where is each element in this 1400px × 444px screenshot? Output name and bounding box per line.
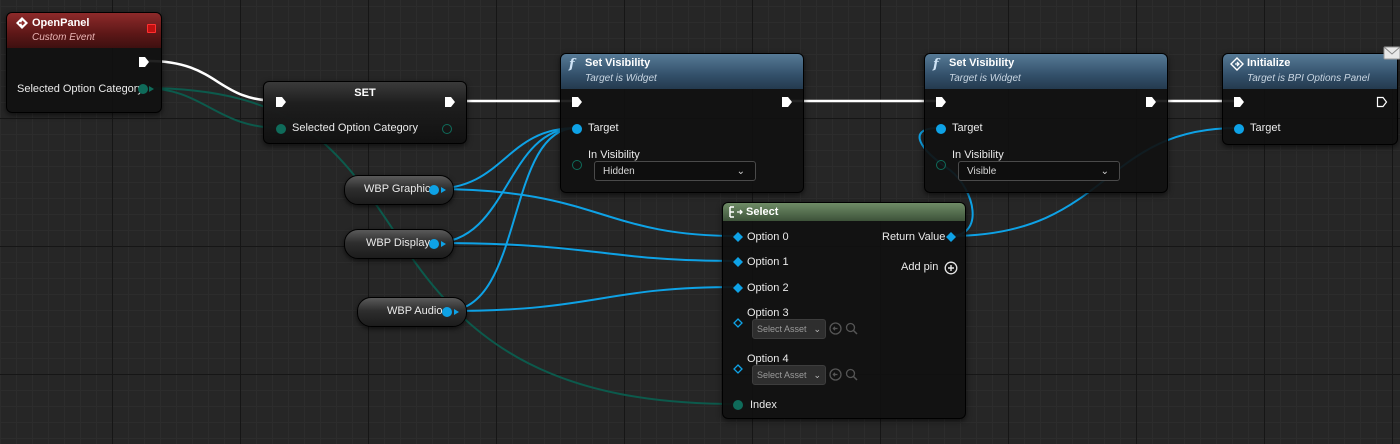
chevron-down-icon: ⌄ <box>1100 166 1109 177</box>
enum-out-pin[interactable] <box>442 124 452 134</box>
enum-in-pin[interactable] <box>276 124 286 134</box>
option-2-pin[interactable] <box>733 283 743 293</box>
output-label: Selected Option Category <box>17 83 143 95</box>
asset-picker-option-4[interactable]: Select Asset ⌄ <box>752 365 826 385</box>
search-icon[interactable] <box>845 322 858 335</box>
wbp-audio-variable[interactable]: WBP Audio <box>357 297 467 327</box>
option-1-pin[interactable] <box>733 257 743 267</box>
return-value-label: Return Value <box>882 231 946 243</box>
object-out-arrow <box>441 241 446 247</box>
option-0-label: Option 0 <box>747 231 789 243</box>
index-pin[interactable] <box>733 400 743 410</box>
exec-out-pin[interactable] <box>781 96 793 108</box>
object-out-pin[interactable] <box>442 307 452 317</box>
exec-out-pin[interactable] <box>444 96 456 108</box>
option-0-pin[interactable] <box>733 232 743 242</box>
object-out-pin[interactable] <box>429 185 439 195</box>
chevron-down-icon: ⌄ <box>736 166 745 177</box>
wbp-graphic-variable[interactable]: WBP Graphic <box>344 175 454 205</box>
node-title: OpenPanel <box>32 17 90 29</box>
in-visibility-label: In Visibility <box>952 149 1004 161</box>
in-visibility-label: In Visibility <box>588 149 640 161</box>
dropdown-value: Visible <box>967 166 997 177</box>
openpanel-event-node[interactable]: OpenPanel Custom Event Selected Option C… <box>6 12 162 113</box>
exec-out-pin[interactable] <box>138 56 150 68</box>
target-label: Target <box>952 122 983 134</box>
option-3-pin[interactable] <box>733 318 743 328</box>
target-label: Target <box>588 122 619 134</box>
enum-out-arrow <box>149 86 154 92</box>
asset-picker-option-3[interactable]: Select Asset ⌄ <box>752 319 826 339</box>
option-1-label: Option 1 <box>747 256 789 268</box>
exec-in-pin[interactable] <box>275 96 287 108</box>
node-title: Select <box>746 206 779 218</box>
node-title: Set Visibility <box>585 57 651 69</box>
envelope-icon <box>1383 46 1400 60</box>
add-pin-label[interactable]: Add pin <box>901 261 938 273</box>
target-in-pin[interactable] <box>1234 124 1244 134</box>
select-branch-icon <box>729 206 743 218</box>
wire-audio-to-target[interactable] <box>446 127 577 312</box>
wire-graphic-to-option0[interactable] <box>432 188 738 237</box>
diamond-arrow-icon <box>16 17 28 29</box>
index-label: Index <box>750 399 777 411</box>
option-4-pin[interactable] <box>733 364 743 374</box>
variable-label: WBP Display <box>366 237 430 249</box>
object-out-arrow <box>454 309 459 315</box>
set-visibility-node-2[interactable]: f Set Visibility Target is Widget Target… <box>924 53 1168 193</box>
option-3-label: Option 3 <box>747 307 789 319</box>
node-title: Initialize <box>1247 57 1291 69</box>
node-subtitle: Target is Widget <box>949 73 1021 84</box>
arrow-left-circle-icon[interactable] <box>829 322 842 335</box>
return-value-pin[interactable] <box>946 232 956 242</box>
function-f-icon: f <box>933 57 939 72</box>
exec-wire-event-to-set[interactable] <box>147 59 280 103</box>
visibility-dropdown[interactable]: Hidden ⌄ <box>594 161 756 181</box>
variable-label: WBP Audio <box>387 305 443 317</box>
asset-picker-text: Select Asset <box>757 370 807 380</box>
target-in-pin[interactable] <box>936 124 946 134</box>
node-subtitle: Target is Widget <box>585 73 657 84</box>
wire-display-to-target[interactable] <box>432 127 577 244</box>
object-out-arrow <box>441 187 446 193</box>
node-title: Set Visibility <box>949 57 1015 69</box>
object-out-pin[interactable] <box>429 239 439 249</box>
chevron-down-icon: ⌄ <box>813 324 821 334</box>
dropdown-value: Hidden <box>603 166 635 177</box>
plus-circle-icon[interactable] <box>944 261 958 275</box>
exec-out-pin[interactable] <box>1376 96 1388 108</box>
target-label: Target <box>1250 122 1281 134</box>
set-variable-node[interactable]: SET Selected Option Category <box>263 81 467 144</box>
arrow-left-circle-icon[interactable] <box>829 368 842 381</box>
chevron-down-icon: ⌄ <box>813 370 821 380</box>
wbp-display-variable[interactable]: WBP Display <box>344 229 454 259</box>
target-in-pin[interactable] <box>572 124 582 134</box>
enum-out-pin[interactable] <box>138 84 148 94</box>
exec-out-pin[interactable] <box>1145 96 1157 108</box>
input-label: Selected Option Category <box>292 122 418 134</box>
enum-wire-event-to-set[interactable] <box>142 87 282 129</box>
wire-audio-to-option2[interactable] <box>446 286 738 312</box>
option-4-label: Option 4 <box>747 353 789 365</box>
node-subtitle: Custom Event <box>32 32 95 43</box>
exec-in-pin[interactable] <box>1233 96 1245 108</box>
exec-in-pin[interactable] <box>935 96 947 108</box>
option-2-label: Option 2 <box>747 282 789 294</box>
visibility-dropdown[interactable]: Visible ⌄ <box>958 161 1120 181</box>
diamond-arrow-icon <box>1230 57 1244 71</box>
node-subtitle: Target is BPI Options Panel <box>1247 73 1370 84</box>
search-icon[interactable] <box>845 368 858 381</box>
initialize-node[interactable]: Initialize Target is BPI Options Panel T… <box>1222 46 1400 145</box>
node-title: SET <box>354 87 376 99</box>
function-f-icon: f <box>569 57 575 72</box>
exec-in-pin[interactable] <box>571 96 583 108</box>
select-node[interactable]: Select Option 0 Option 1 Option 2 Option… <box>722 202 966 419</box>
asset-picker-text: Select Asset <box>757 324 807 334</box>
in-visibility-pin[interactable] <box>936 160 946 170</box>
variable-label: WBP Graphic <box>364 183 431 195</box>
set-visibility-node-1[interactable]: f Set Visibility Target is Widget Target… <box>560 53 804 193</box>
wire-display-to-option1[interactable] <box>432 242 738 262</box>
delegate-pin[interactable] <box>147 24 156 33</box>
in-visibility-pin[interactable] <box>572 160 582 170</box>
